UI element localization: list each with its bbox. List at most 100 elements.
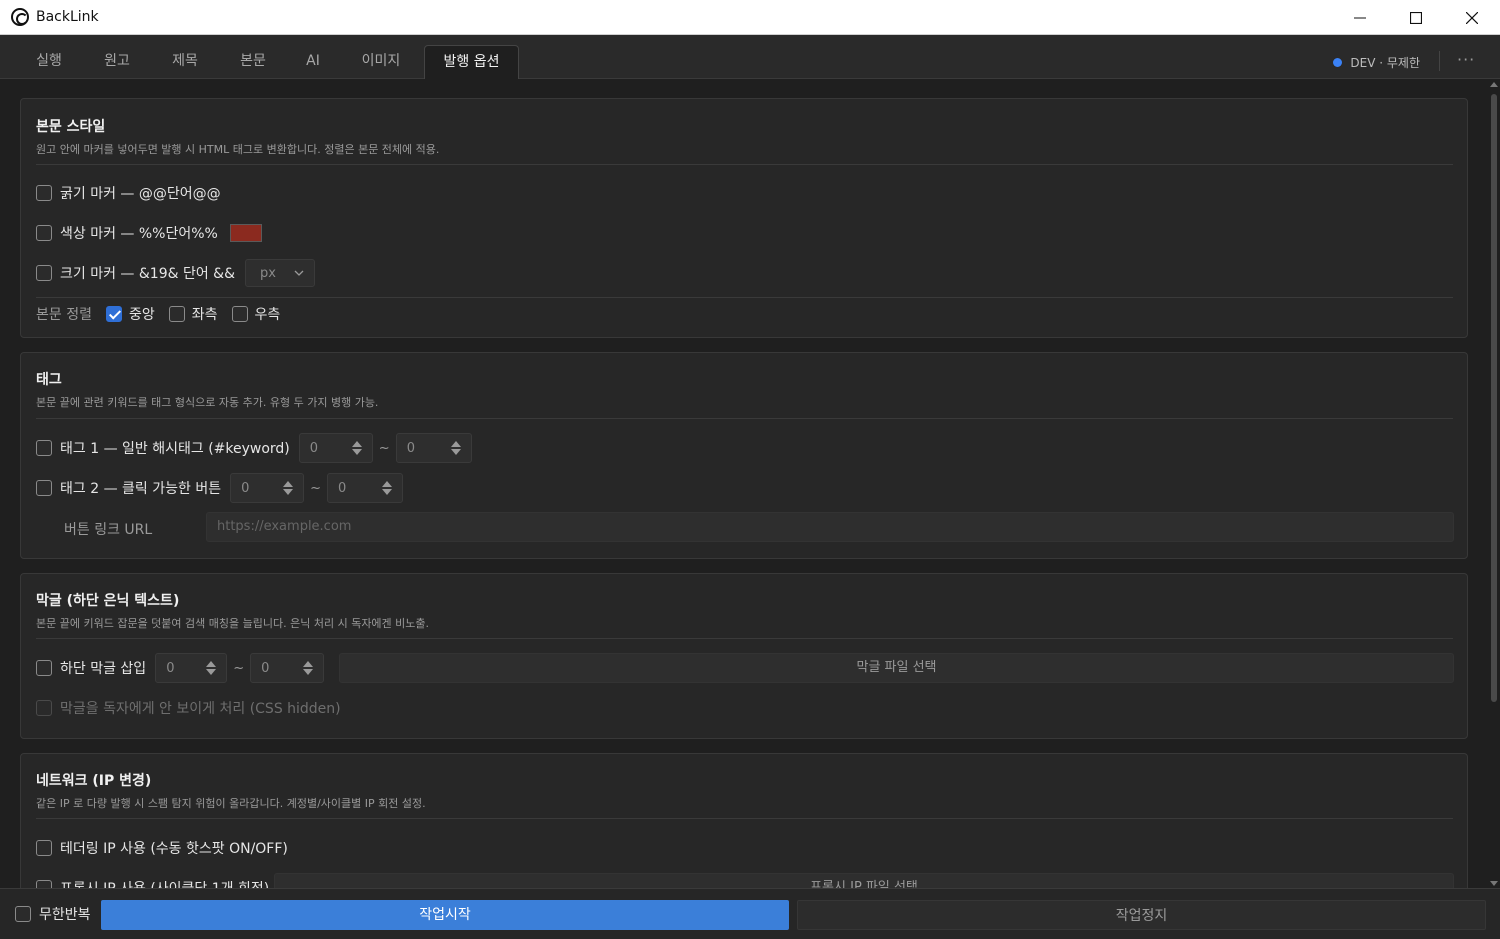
footer-min-value: 0 xyxy=(166,660,175,676)
proxy-row: 프록시 IP 사용 (사이클당 1개 회전) xyxy=(36,873,269,888)
tethering-row: 테더링 IP 사용 (수동 핫스팟 ON/OFF) xyxy=(36,833,288,863)
size-unit-select[interactable]: px xyxy=(245,259,316,287)
tag1-max-value: 0 xyxy=(406,440,415,456)
tag2-min-stepper[interactable]: 0 xyxy=(230,473,305,503)
footer-insert-row: 하단 막글 삽입 0 ~ 0 xyxy=(36,653,325,683)
dev-badge-label: DEV · 무제한 xyxy=(1350,56,1420,70)
footer-min-stepper[interactable]: 0 xyxy=(155,653,228,683)
tag1-min-stepper[interactable]: 0 xyxy=(298,433,373,463)
alignment-row: 본문 정렬 중앙 좌측 우측 xyxy=(36,299,280,329)
tab-manuscript[interactable]: 원고 xyxy=(90,45,144,79)
footer-insert-label: 하단 막글 삽입 xyxy=(60,661,147,677)
publish-options-panel: 본문 스타일 원고 안에 마커를 넣어두면 발행 시 HTML 태그로 변환합니… xyxy=(0,80,1488,888)
footer-hidden-label: 막글을 독자에게 안 보이게 처리 (CSS hidden) xyxy=(60,701,341,717)
tab-title[interactable]: 제목 xyxy=(158,45,212,79)
color-marker-row: 색상 마커 — %%단어%% xyxy=(36,218,262,248)
align-left-checkbox[interactable] xyxy=(168,306,185,322)
footer-insert-checkbox[interactable] xyxy=(36,660,52,676)
button-url-input[interactable]: https://example.com xyxy=(206,512,1454,542)
tag1-checkbox[interactable] xyxy=(36,440,52,456)
tag2-checkbox[interactable] xyxy=(36,480,52,496)
scroll-down-icon[interactable] xyxy=(1490,881,1498,886)
align-left-label: 좌측 xyxy=(191,307,218,323)
header-divider xyxy=(1439,51,1440,71)
footer-max-stepper[interactable]: 0 xyxy=(250,653,325,683)
section-divider xyxy=(36,164,1453,165)
tag1-label: 태그 1 — 일반 해시태그 (#keyword) xyxy=(60,441,290,457)
color-marker-checkbox[interactable] xyxy=(36,225,52,241)
stepper-arrows-icon xyxy=(206,661,217,675)
color-picker-swatch[interactable] xyxy=(229,224,262,242)
infinite-loop-checkbox[interactable] xyxy=(15,906,31,922)
start-button[interactable]: 작업시작 xyxy=(101,900,789,930)
stepper-arrows-icon xyxy=(450,441,461,455)
footer-file-select-button[interactable]: 막글 파일 선택 xyxy=(339,653,1454,683)
tab-bar: 실행 원고 제목 본문 AI 이미지 발행 옵션 DEV · 무제한 xyxy=(0,35,1500,79)
tab-ai[interactable]: AI xyxy=(290,45,336,79)
proxy-file-select-button[interactable]: 프록시 IP 파일 선택 xyxy=(274,873,1454,888)
size-marker-checkbox[interactable] xyxy=(36,265,52,281)
bottom-action-bar: 무한반복 작업시작 작업정지 xyxy=(0,888,1500,939)
size-marker-label: 크기 마커 — &19& 단어 && xyxy=(60,266,236,282)
tethering-label: 테더링 IP 사용 (수동 핫스팟 ON/OFF) xyxy=(60,841,288,857)
tethering-checkbox[interactable] xyxy=(36,840,52,856)
infinite-loop-toggle[interactable]: 무한반복 xyxy=(15,904,91,924)
proxy-label: 프록시 IP 사용 (사이클당 1개 회전) xyxy=(60,878,269,888)
align-right-label: 우측 xyxy=(254,307,281,323)
align-right-checkbox[interactable] xyxy=(231,306,248,322)
size-unit-value: px xyxy=(260,265,276,281)
maximize-button[interactable] xyxy=(1388,0,1444,35)
window-title: BackLink xyxy=(36,9,99,25)
tag2-row: 태그 2 — 클릭 가능한 버튼 0 ~ 0 xyxy=(36,473,403,503)
minimize-button[interactable] xyxy=(1332,0,1388,35)
close-icon xyxy=(1466,11,1478,24)
tag-desc: 본문 끝에 관련 키워드를 태그 형식으로 자동 추가. 유형 두 가지 병행 … xyxy=(36,396,379,409)
footer-max-value: 0 xyxy=(261,660,270,676)
vertical-scrollbar[interactable] xyxy=(1488,80,1500,888)
proxy-checkbox[interactable] xyxy=(36,880,52,888)
title-bar: BackLink xyxy=(0,0,1500,35)
stepper-arrows-icon xyxy=(381,481,392,495)
tab-publish-options[interactable]: 발행 옵션 xyxy=(424,45,519,79)
alignment-label: 본문 정렬 xyxy=(36,307,92,323)
bold-marker-row: 굵기 마커 — @@단어@@ xyxy=(36,178,221,208)
button-url-label: 버튼 링크 URL xyxy=(64,522,153,538)
stepper-arrows-icon xyxy=(283,481,294,495)
color-marker-label: 색상 마커 — %%단어%% xyxy=(60,226,218,242)
minimize-icon xyxy=(1354,17,1366,18)
tag-section: 태그 본문 끝에 관련 키워드를 태그 형식으로 자동 추가. 유형 두 가지 … xyxy=(20,352,1468,559)
status-dot-icon xyxy=(1333,58,1343,67)
tag1-max-stepper[interactable]: 0 xyxy=(395,433,472,463)
bold-marker-checkbox[interactable] xyxy=(36,185,52,201)
tag1-row: 태그 1 — 일반 해시태그 (#keyword) 0 ~ 0 xyxy=(36,433,472,463)
tag2-max-stepper[interactable]: 0 xyxy=(326,473,403,503)
footer-text-title: 막글 (하단 은닉 텍스트) xyxy=(36,593,180,609)
network-desc: 같은 IP 로 다량 발행 시 스팸 탐지 위험이 올라갑니다. 계정별/사이클… xyxy=(36,797,426,810)
tag-title: 태그 xyxy=(36,372,62,388)
maximize-icon xyxy=(1410,11,1422,24)
body-style-title: 본문 스타일 xyxy=(36,119,106,135)
range-tilde: ~ xyxy=(233,660,245,676)
scroll-up-icon[interactable] xyxy=(1490,82,1498,87)
align-center-checkbox[interactable] xyxy=(105,306,122,322)
align-center-label: 중앙 xyxy=(128,307,155,323)
section-divider xyxy=(36,638,1453,639)
section-divider xyxy=(36,418,1453,419)
section-divider xyxy=(36,297,1453,298)
section-divider xyxy=(36,818,1453,819)
size-marker-row: 크기 마커 — &19& 단어 && px xyxy=(36,258,316,288)
tab-run[interactable]: 실행 xyxy=(22,45,76,79)
footer-hidden-checkbox[interactable] xyxy=(36,700,52,716)
tab-image[interactable]: 이미지 xyxy=(348,45,414,79)
stepper-arrows-icon xyxy=(303,661,314,675)
tab-body[interactable]: 본문 xyxy=(226,45,280,79)
tag2-min-value: 0 xyxy=(241,480,250,496)
stop-button[interactable]: 작업정지 xyxy=(797,900,1486,930)
more-options-icon[interactable]: ··· xyxy=(1457,50,1475,69)
footer-text-desc: 본문 끝에 키워드 잡문을 덧붙여 검색 매칭을 늘립니다. 은닉 처리 시 독… xyxy=(36,617,430,630)
close-button[interactable] xyxy=(1444,0,1500,35)
body-style-desc: 원고 안에 마커를 넣어두면 발행 시 HTML 태그로 변환합니다. 정렬은 … xyxy=(36,143,440,156)
footer-hidden-row: 막글을 독자에게 안 보이게 처리 (CSS hidden) xyxy=(36,693,341,723)
scrollbar-thumb[interactable] xyxy=(1491,94,1497,702)
tag1-min-value: 0 xyxy=(309,440,319,456)
